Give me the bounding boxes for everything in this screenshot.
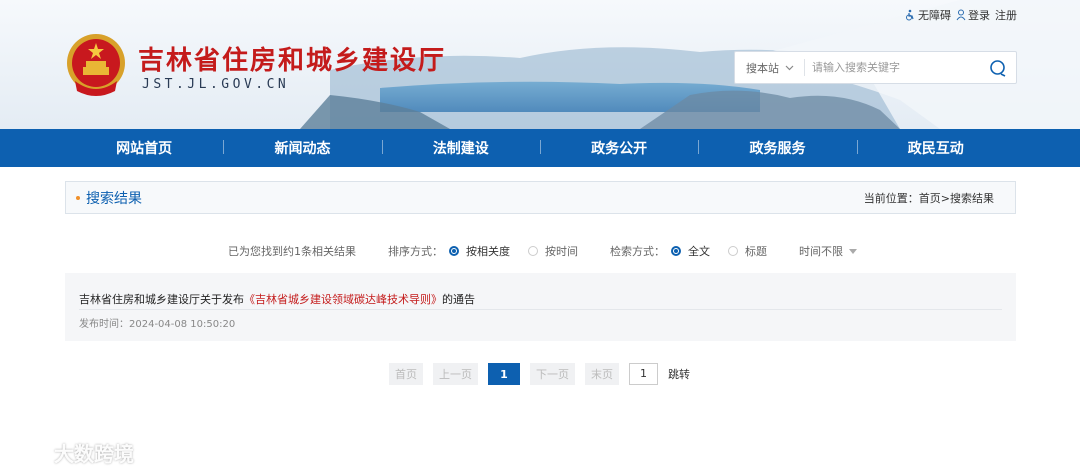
time-limit-label: 时间不限	[799, 245, 843, 258]
mode-title-label: 标题	[745, 245, 767, 258]
breadcrumb-current: 搜索结果	[950, 191, 994, 205]
caret-down-icon	[849, 248, 857, 254]
nav-interaction[interactable]: 政民互动	[856, 138, 1015, 158]
search-box: 搜本站	[734, 51, 1017, 84]
nav-news[interactable]: 新闻动态	[223, 138, 381, 158]
pager-first-button[interactable]: 首页	[389, 363, 423, 385]
breadcrumb-label: 当前位置：	[863, 191, 919, 205]
sort-relevance-option[interactable]: 按相关度	[449, 243, 510, 259]
mode-fulltext-label: 全文	[688, 245, 710, 258]
login-link[interactable]: 登录	[956, 7, 990, 23]
wheelchair-icon	[906, 9, 914, 21]
results-title-text: 搜索结果	[86, 190, 142, 207]
nav-home[interactable]: 网站首页	[65, 138, 223, 158]
pagination: 首页 上一页 1 下一页 末页 1 跳转	[389, 363, 690, 385]
site-header: 无障碍 登录 注册 吉林省住房和城乡建设厅 JST.JL.GOV.CN 搜本站	[0, 0, 1080, 129]
mode-title-option[interactable]: 标题	[728, 243, 767, 259]
national-emblem-logo	[67, 34, 125, 96]
pager-page-input[interactable]: 1	[629, 363, 658, 385]
nav-legal[interactable]: 法制建设	[381, 138, 540, 158]
main-nav: 网站首页 新闻动态 法制建设 政务公开 政务服务 政民互动	[0, 129, 1080, 167]
bullet-dot-icon	[76, 195, 80, 200]
radio-checked-icon	[449, 246, 459, 256]
pager-prev-button[interactable]: 上一页	[433, 363, 478, 385]
accessibility-label: 无障碍	[918, 9, 951, 22]
breadcrumb: 当前位置：首页>搜索结果	[864, 190, 994, 206]
search-button[interactable]	[980, 52, 1016, 83]
user-icon	[956, 9, 966, 21]
search-scope-label: 搜本站	[746, 61, 779, 75]
result-title-link[interactable]: 吉林省住房和城乡建设厅关于发布《吉林省城乡建设领域碳达峰技术导则》的通告	[79, 291, 475, 307]
search-scope-select[interactable]: 搜本站	[735, 59, 805, 76]
result-title-prefix: 吉林省住房和城乡建设厅关于发布	[79, 293, 244, 306]
login-label: 登录	[968, 9, 990, 22]
pager-next-button[interactable]: 下一页	[530, 363, 575, 385]
watermark-logo-icon	[11, 443, 47, 461]
site-title: 吉林省住房和城乡建设厅	[138, 46, 447, 76]
sort-time-label: 按时间	[545, 245, 578, 258]
pager-last-button[interactable]: 末页	[585, 363, 619, 385]
result-title-highlight: 《吉林省城乡建设领域碳达峰技术导则》	[244, 293, 442, 306]
register-link[interactable]: 注册	[995, 7, 1017, 23]
site-url: JST.JL.GOV.CN	[142, 77, 290, 92]
search-result-item: 吉林省住房和城乡建设厅关于发布《吉林省城乡建设领域碳达峰技术导则》的通告 发布时…	[65, 273, 1016, 341]
accessibility-link[interactable]: 无障碍	[904, 7, 951, 23]
radio-unchecked-icon	[728, 246, 738, 256]
result-date: 发布时间：2024-04-08 10:50:20	[79, 319, 236, 330]
search-input[interactable]	[805, 61, 980, 74]
sort-relevance-label: 按相关度	[466, 245, 510, 258]
pager-jump-button[interactable]: 跳转	[668, 366, 690, 382]
pager-current-page[interactable]: 1	[488, 363, 520, 385]
sort-time-option[interactable]: 按时间	[528, 243, 578, 259]
mode-fulltext-option[interactable]: 全文	[671, 243, 710, 259]
radio-unchecked-icon	[528, 246, 538, 256]
result-title-suffix: 的通告	[442, 293, 475, 306]
nav-services[interactable]: 政务服务	[698, 138, 856, 158]
search-filters: 已为您找到约1条相关结果 排序方式： 按相关度 按时间 检索方式： 全文 标题 …	[228, 243, 857, 259]
top-links: 无障碍 登录 注册	[904, 7, 1017, 23]
results-header-bar: 搜索结果 当前位置：首页>搜索结果	[65, 181, 1016, 214]
results-count: 已为您找到约1条相关结果	[228, 245, 356, 258]
radio-checked-icon	[671, 246, 681, 256]
nav-public-affairs[interactable]: 政务公开	[539, 138, 698, 158]
search-icon	[990, 59, 1006, 77]
sort-label: 排序方式：	[388, 245, 443, 258]
chevron-down-icon	[785, 65, 794, 70]
watermark: 大数跨境	[8, 438, 134, 467]
result-divider	[79, 309, 1002, 310]
breadcrumb-separator: >	[940, 191, 950, 205]
mode-label: 检索方式：	[610, 245, 665, 258]
watermark-text: 大数跨境	[54, 442, 134, 466]
time-limit-select[interactable]: 时间不限	[799, 243, 857, 259]
breadcrumb-home[interactable]: 首页	[919, 192, 941, 205]
results-title: 搜索结果	[76, 188, 142, 208]
